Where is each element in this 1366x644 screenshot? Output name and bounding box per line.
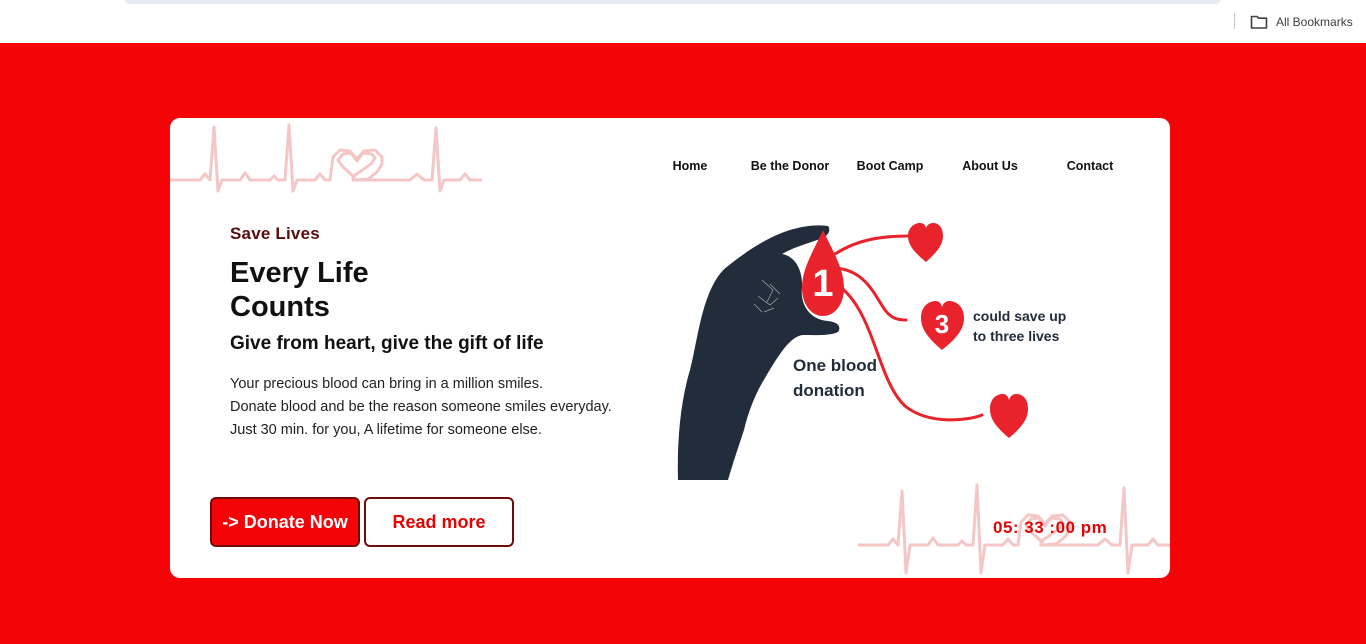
hero-subheading: Give from heart, give the gift of life [230, 333, 544, 354]
callout-to-three-lives: to three lives [973, 328, 1060, 344]
main-navigation: Home Be the Donor Boot Camp About Us Con… [170, 159, 1170, 175]
hero-card: Home Be the Donor Boot Camp About Us Con… [170, 118, 1170, 578]
hero-description: Your precious blood can bring in a milli… [230, 373, 650, 442]
heart-icon-bottom [990, 394, 1028, 438]
nav-contact[interactable]: Contact [1067, 159, 1114, 173]
drop-number: 1 [812, 263, 833, 305]
donate-now-button[interactable]: -> Donate Now [210, 497, 360, 547]
nav-home[interactable]: Home [673, 159, 708, 173]
bookmarks-separator [1234, 13, 1235, 29]
nav-about-us[interactable]: About Us [962, 159, 1018, 173]
hero-description-line: Your precious blood can bring in a milli… [230, 376, 543, 392]
browser-bookmarks-bar: All Bookmarks [0, 0, 1366, 43]
hero-description-line: Donate blood and be the reason someone s… [230, 399, 612, 415]
nav-be-the-donor[interactable]: Be the Donor [751, 159, 829, 173]
hero-headline-line-2: Counts [230, 291, 330, 323]
hero-description-line: Just 30 min. for you, A lifetime for som… [230, 422, 542, 438]
hero-headline: Every Life Counts [230, 256, 490, 324]
read-more-button[interactable]: Read more [364, 497, 514, 547]
hero-eyebrow: Save Lives [230, 224, 320, 243]
hero-headline-line-1: Every Life [230, 257, 369, 289]
callout-could-save-up: could save up [973, 308, 1066, 324]
all-bookmarks-label: All Bookmarks [1276, 15, 1353, 29]
heart-number: 3 [935, 309, 949, 339]
ecg-heartbeat-top-decoration [170, 123, 482, 193]
omnibox-edge [125, 0, 1220, 4]
page-background: Home Be the Donor Boot Camp About Us Con… [0, 43, 1366, 644]
live-clock: 05: 33 :00 pm [993, 518, 1108, 537]
caption-donation: donation [793, 381, 865, 400]
nav-boot-camp[interactable]: Boot Camp [857, 159, 924, 173]
heart-icon-top [908, 223, 943, 262]
all-bookmarks-button[interactable]: All Bookmarks [1250, 12, 1353, 32]
blood-donation-illustration: 1 3 One blood donation could save up to … [677, 223, 1066, 480]
folder-icon [1250, 15, 1268, 29]
caption-one-blood: One blood [793, 356, 877, 375]
vein-line-top [830, 234, 910, 258]
